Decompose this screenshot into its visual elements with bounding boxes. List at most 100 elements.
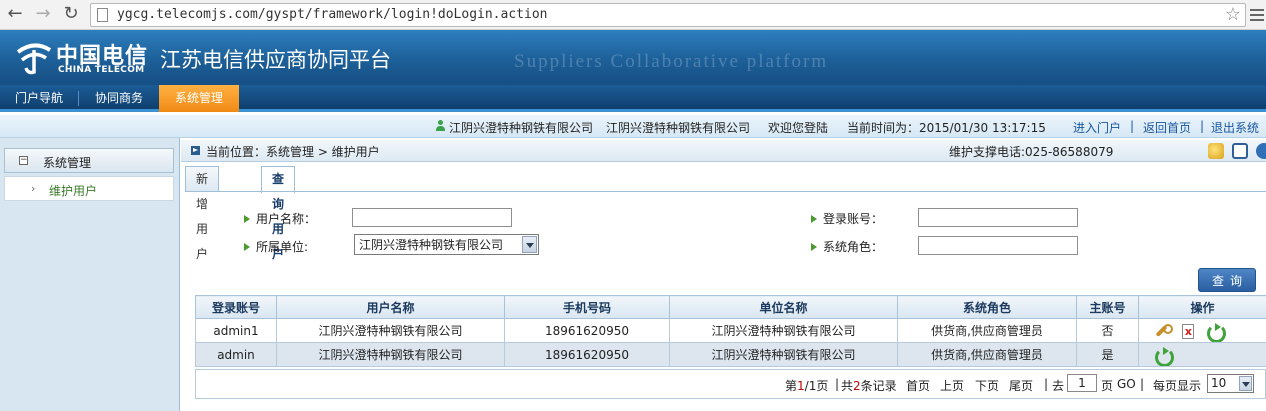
total-suffix: 条记录 <box>860 379 897 393</box>
site-banner: 中国电信 CHINA TELECOM 江苏电信供应商协同平台 Suppliers… <box>0 30 1266 85</box>
table-row[interactable]: admin1 江阴兴澄特种钢铁有限公司 18961620950 江阴兴澄特种钢铁… <box>195 318 1266 343</box>
user-icon <box>436 120 445 132</box>
sidebar-item-maintain-users[interactable]: › 维护用户 <box>4 176 174 201</box>
goto-label: 去 <box>1052 379 1065 393</box>
page-suffix: 页 <box>816 379 829 393</box>
breadcrumb: 当前位置：系统管理 > 维护用户 <box>206 145 380 159</box>
chevron-right-icon: › <box>31 182 36 195</box>
cell-phone: 18961620950 <box>504 318 670 343</box>
go-button[interactable]: GO <box>1117 377 1136 391</box>
record-info: 共2条记录 <box>841 377 897 394</box>
account-input[interactable] <box>918 208 1078 227</box>
reload-icon[interactable]: ↻ <box>60 3 82 25</box>
nav-system-management[interactable]: 系统管理 <box>159 85 239 112</box>
cell-actions <box>1138 318 1266 343</box>
browser-menu-icon[interactable] <box>1250 6 1264 22</box>
link-separator: | <box>1200 119 1205 133</box>
first-page-link[interactable]: 首页 <box>906 377 930 394</box>
nav-portal[interactable]: 门户导航 <box>0 85 78 112</box>
logo-english-text: CHINA TELECOM <box>58 65 145 75</box>
cell-account: admin <box>195 342 277 367</box>
per-page-value: 10 <box>1211 376 1227 390</box>
nav-collaboration[interactable]: 协同商务 <box>79 85 159 112</box>
page-info: 第1/1页 <box>785 377 828 394</box>
col-header: 手机号码 <box>504 295 670 319</box>
green-arrow-icon <box>244 243 250 251</box>
dropdown-arrow-icon[interactable] <box>1239 376 1252 391</box>
home-tool-icon[interactable] <box>1208 143 1224 159</box>
query-button[interactable]: 查询 <box>1198 268 1256 292</box>
col-header: 单位名称 <box>669 295 898 319</box>
wrench-icon[interactable] <box>1154 323 1173 339</box>
back-home-link[interactable]: 返回首页 <box>1143 119 1191 136</box>
green-arrow-icon <box>811 215 817 223</box>
col-header: 操作 <box>1138 295 1266 319</box>
cell-unit: 江阴兴澄特种钢铁有限公司 <box>669 318 898 343</box>
unit-select-value: 江阴兴澄特种钢铁有限公司 <box>359 238 504 252</box>
china-telecom-logo-icon <box>16 43 52 75</box>
page-icon <box>97 8 108 22</box>
last-page-link[interactable]: 尾页 <box>1009 377 1033 394</box>
refresh-icon[interactable] <box>1206 322 1226 342</box>
total-records: 2 <box>853 379 861 393</box>
tab-add-user[interactable]: 新增用户 <box>185 166 220 261</box>
refresh-icon[interactable] <box>1154 346 1174 366</box>
sidebar: − 系统管理 › 维护用户 <box>0 138 180 411</box>
table-header-row: 登录账号 用户名称 手机号码 单位名称 系统角色 主账号 操作 <box>195 295 1266 319</box>
username-input[interactable] <box>352 208 512 227</box>
sidebar-section-system-management[interactable]: − 系统管理 <box>4 148 174 173</box>
unit-label: 所属单位: <box>256 240 309 254</box>
pager-separator: | <box>1044 377 1049 391</box>
user-name: 江阴兴澄特种钢铁有限公司 <box>606 121 751 135</box>
dropdown-arrow-icon[interactable] <box>522 236 537 253</box>
sidebar-item-label: 维护用户 <box>49 184 98 198</box>
url-text: ygcg.telecomjs.com/gyspt/framework/login… <box>117 7 548 22</box>
cell-role: 供货商,供应商管理员 <box>897 342 1077 367</box>
user-info-bar: 江阴兴澄特种钢铁有限公司 江阴兴澄特种钢铁有限公司 欢迎您登陆 当前时间为：20… <box>0 115 1266 138</box>
account-label-row: 登录账号： <box>811 210 883 227</box>
account-label: 登录账号： <box>823 212 884 226</box>
platform-subtitle: Suppliers Collaborative platform <box>514 51 829 72</box>
tab-query-user[interactable]: 查询用户 <box>261 166 296 261</box>
welcome-text: 欢迎您登陆 <box>768 121 829 135</box>
role-label: 系统角色： <box>823 240 884 254</box>
logout-link[interactable]: 退出系统 <box>1211 119 1259 136</box>
user-company: 江阴兴澄特种钢铁有限公司 <box>449 121 594 135</box>
green-arrow-icon <box>811 243 817 251</box>
cell-account: admin1 <box>195 318 277 343</box>
platform-title: 江苏电信供应商协同平台 <box>160 48 391 72</box>
username-label-row: 用户名称： <box>244 210 316 227</box>
table-row[interactable]: admin 江阴兴澄特种钢铁有限公司 18961620950 江阴兴澄特种钢铁有… <box>195 342 1266 367</box>
link-separator: | <box>1130 119 1135 133</box>
breadcrumb-arrow-icon <box>191 146 200 155</box>
col-header: 系统角色 <box>897 295 1077 319</box>
help-tool-icon[interactable] <box>1256 143 1266 159</box>
page-prefix: 第 <box>785 379 798 393</box>
support-phone: 维护支撑电话:025-86588079 <box>949 145 1114 159</box>
per-page-select[interactable]: 10 <box>1207 374 1254 393</box>
sidebar-section-label: 系统管理 <box>43 156 92 170</box>
total-prefix: 共 <box>841 379 854 393</box>
bookmark-star-icon[interactable]: ☆ <box>1225 4 1241 25</box>
green-arrow-icon <box>244 215 250 223</box>
window-tool-icon[interactable] <box>1232 143 1248 159</box>
delete-icon[interactable] <box>1180 323 1196 339</box>
pager-separator: | <box>835 377 840 391</box>
back-icon[interactable]: ← <box>4 3 26 25</box>
role-label-row: 系统角色： <box>811 238 883 255</box>
collapse-icon[interactable]: − <box>19 156 28 165</box>
goto-page-input[interactable]: 1 <box>1067 374 1097 392</box>
address-bar[interactable]: ygcg.telecomjs.com/gyspt/framework/login… <box>90 3 1246 27</box>
pagination-bar: 第1/1页 | 共2条记录 首页 上页 下页 尾页 | 去 1 页 GO | 每… <box>195 369 1266 399</box>
cell-primary: 是 <box>1076 342 1139 367</box>
role-input[interactable] <box>918 236 1078 255</box>
prev-page-link[interactable]: 上页 <box>940 377 964 394</box>
cell-role: 供货商,供应商管理员 <box>897 318 1077 343</box>
browser-toolbar: ← → ↻ ygcg.telecomjs.com/gyspt/framework… <box>0 0 1266 30</box>
next-page-link[interactable]: 下页 <box>975 377 999 394</box>
col-header: 主账号 <box>1076 295 1139 319</box>
enter-portal-link[interactable]: 进入门户 <box>1073 119 1121 136</box>
unit-label-row: 所属单位: <box>244 238 308 255</box>
forward-icon[interactable]: → <box>32 3 54 25</box>
unit-select[interactable]: 江阴兴澄特种钢铁有限公司 <box>354 234 539 255</box>
